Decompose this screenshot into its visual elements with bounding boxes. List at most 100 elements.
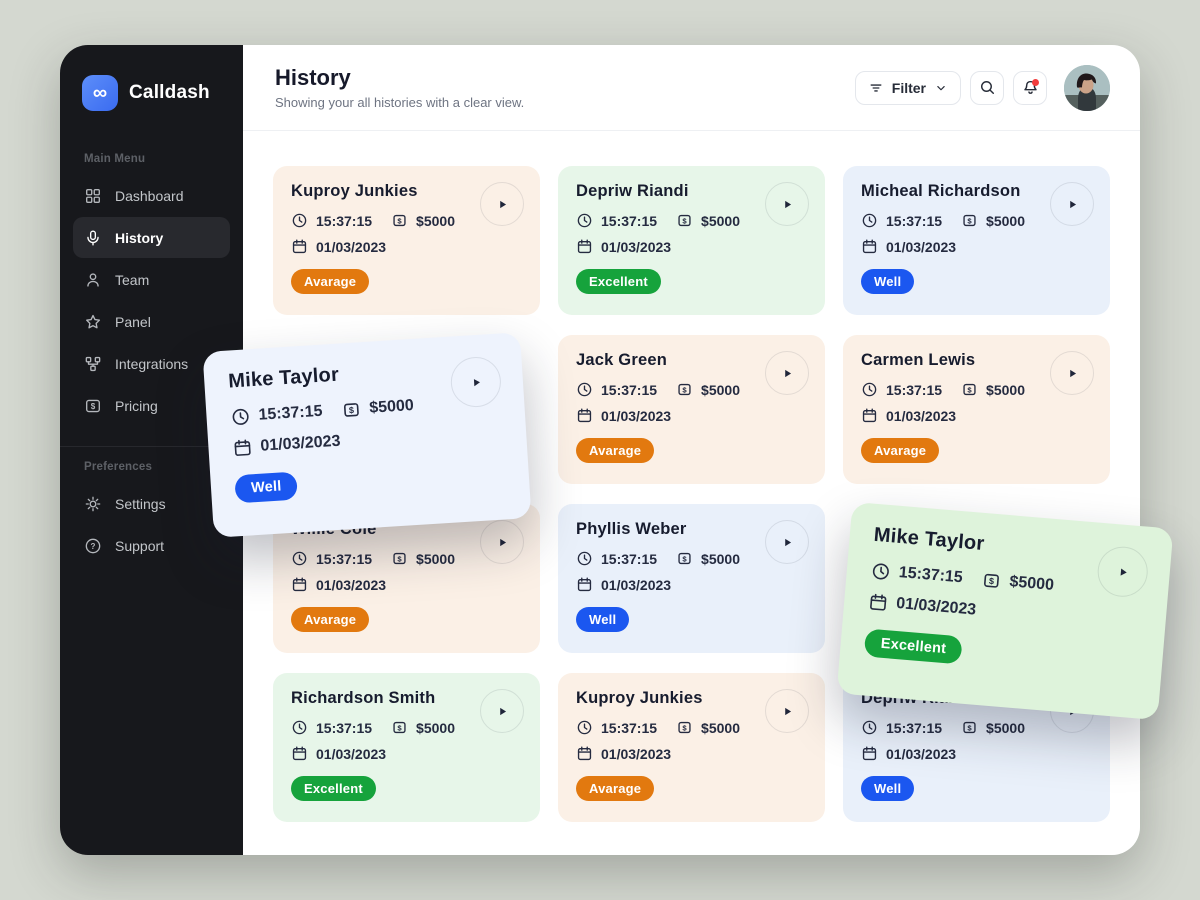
calendar-icon <box>291 745 308 762</box>
dollar-box-icon: $ <box>84 397 102 415</box>
history-card[interactable]: Phyllis Weber 15:37:15 $ $5000 01/03/202… <box>558 504 825 653</box>
app-logo: ∞ Calldash <box>73 75 230 111</box>
clock-icon <box>870 561 892 583</box>
status-badge: Well <box>576 607 629 632</box>
history-card[interactable]: Micheal Richardson 15:37:15 $ $5000 01/0… <box>843 166 1110 315</box>
card-amount: $5000 <box>1009 573 1055 595</box>
clock-icon <box>576 212 593 229</box>
sidebar-item-panel[interactable]: Panel <box>73 301 230 342</box>
play-button[interactable] <box>480 689 524 733</box>
search-icon <box>979 79 996 96</box>
sidebar-item-dashboard[interactable]: Dashboard <box>73 175 230 216</box>
sidebar-section-main-menu: Main Menu <box>73 153 230 165</box>
filter-button-label: Filter <box>892 80 926 96</box>
play-button[interactable] <box>765 520 809 564</box>
svg-text:$: $ <box>397 216 402 225</box>
sidebar-item-history[interactable]: History <box>73 217 230 258</box>
sidebar-item-label: Settings <box>115 496 166 512</box>
play-button[interactable] <box>1050 351 1094 395</box>
star-icon <box>84 313 102 331</box>
status-badge: Avarage <box>291 269 369 294</box>
status-badge: Avarage <box>861 438 939 463</box>
history-card[interactable]: Depriw Riandi 15:37:15 $ $5000 01/03/202… <box>558 166 825 315</box>
filter-icon <box>868 80 884 96</box>
history-card[interactable]: Carmen Lewis 15:37:15 $ $5000 01/03/2023… <box>843 335 1110 484</box>
avatar-photo <box>1064 65 1110 111</box>
card-time: 15:37:15 <box>898 564 963 587</box>
card-amount: $5000 <box>416 720 455 736</box>
play-button[interactable] <box>765 182 809 226</box>
filter-button[interactable]: Filter <box>855 71 961 105</box>
card-time: 15:37:15 <box>316 551 372 567</box>
history-card[interactable]: Jack Green 15:37:15 $ $5000 01/03/2023 A… <box>558 335 825 484</box>
floating-history-card[interactable]: Mike Taylor 15:37:15 $ $5000 01/03/2023 … <box>202 332 531 538</box>
card-amount: $5000 <box>986 382 1025 398</box>
status-badge: Excellent <box>864 628 963 664</box>
history-card[interactable]: Kuproy Junkies 15:37:15 $ $5000 01/03/20… <box>273 166 540 315</box>
play-icon <box>781 536 794 549</box>
card-time: 15:37:15 <box>316 213 372 229</box>
card-time: 15:37:15 <box>601 382 657 398</box>
svg-text:$: $ <box>682 385 687 394</box>
card-time: 15:37:15 <box>601 720 657 736</box>
card-amount: $5000 <box>986 720 1025 736</box>
card-date: 01/03/2023 <box>601 577 671 593</box>
clock-icon <box>861 719 878 736</box>
banknote-icon: $ <box>676 212 693 229</box>
gear-icon <box>84 495 102 513</box>
banknote-icon: $ <box>391 719 408 736</box>
sidebar-item-label: Support <box>115 538 164 554</box>
sidebar-item-settings[interactable]: Settings <box>73 483 230 524</box>
play-button[interactable] <box>765 689 809 733</box>
preferences-nav: Settings? Support <box>73 483 230 566</box>
calendar-icon <box>291 576 308 593</box>
infinity-icon: ∞ <box>82 75 118 111</box>
banknote-icon: $ <box>391 550 408 567</box>
svg-text:$: $ <box>682 723 687 732</box>
calendar-icon <box>576 407 593 424</box>
svg-text:$: $ <box>682 216 687 225</box>
play-button[interactable] <box>765 351 809 395</box>
play-button[interactable] <box>480 182 524 226</box>
status-badge: Excellent <box>576 269 661 294</box>
chevron-down-icon <box>934 81 948 95</box>
page-header: History Showing your all histories with … <box>243 45 1140 131</box>
history-card[interactable]: Kuproy Junkies 15:37:15 $ $5000 01/03/20… <box>558 673 825 822</box>
notification-dot <box>1032 79 1039 86</box>
play-button[interactable] <box>1050 182 1094 226</box>
svg-text:$: $ <box>989 576 995 586</box>
calendar-icon <box>576 576 593 593</box>
play-icon <box>1066 198 1079 211</box>
history-card[interactable]: Richardson Smith 15:37:15 $ $5000 01/03/… <box>273 673 540 822</box>
svg-text:$: $ <box>349 405 355 415</box>
play-icon <box>781 367 794 380</box>
page-title: History <box>275 65 524 91</box>
calendar-icon <box>576 238 593 255</box>
card-amount: $5000 <box>986 213 1025 229</box>
svg-text:$: $ <box>967 723 972 732</box>
user-avatar[interactable] <box>1064 65 1110 111</box>
sidebar-item-label: Integrations <box>115 356 188 372</box>
banknote-icon: $ <box>676 550 693 567</box>
app-name: Calldash <box>129 82 210 104</box>
search-button[interactable] <box>970 71 1004 105</box>
banknote-icon: $ <box>391 212 408 229</box>
sidebar-item-label: Panel <box>115 314 151 330</box>
sidebar-item-label: Team <box>115 272 149 288</box>
card-time: 15:37:15 <box>258 403 323 425</box>
sidebar-item-team[interactable]: Team <box>73 259 230 300</box>
play-icon <box>781 198 794 211</box>
sidebar-item-support[interactable]: ? Support <box>73 525 230 566</box>
svg-text:$: $ <box>967 385 972 394</box>
play-button[interactable] <box>480 520 524 564</box>
notifications-button[interactable] <box>1013 71 1047 105</box>
floating-history-card[interactable]: Mike Taylor 15:37:15 $ $5000 01/03/2023 … <box>837 502 1174 720</box>
card-time: 15:37:15 <box>886 382 942 398</box>
clock-icon <box>861 212 878 229</box>
integrations-nodes-icon <box>84 355 102 373</box>
card-date: 01/03/2023 <box>601 408 671 424</box>
svg-text:$: $ <box>967 216 972 225</box>
status-badge: Excellent <box>291 776 376 801</box>
help-circle-icon: ? <box>84 537 102 555</box>
calendar-icon <box>867 592 889 614</box>
